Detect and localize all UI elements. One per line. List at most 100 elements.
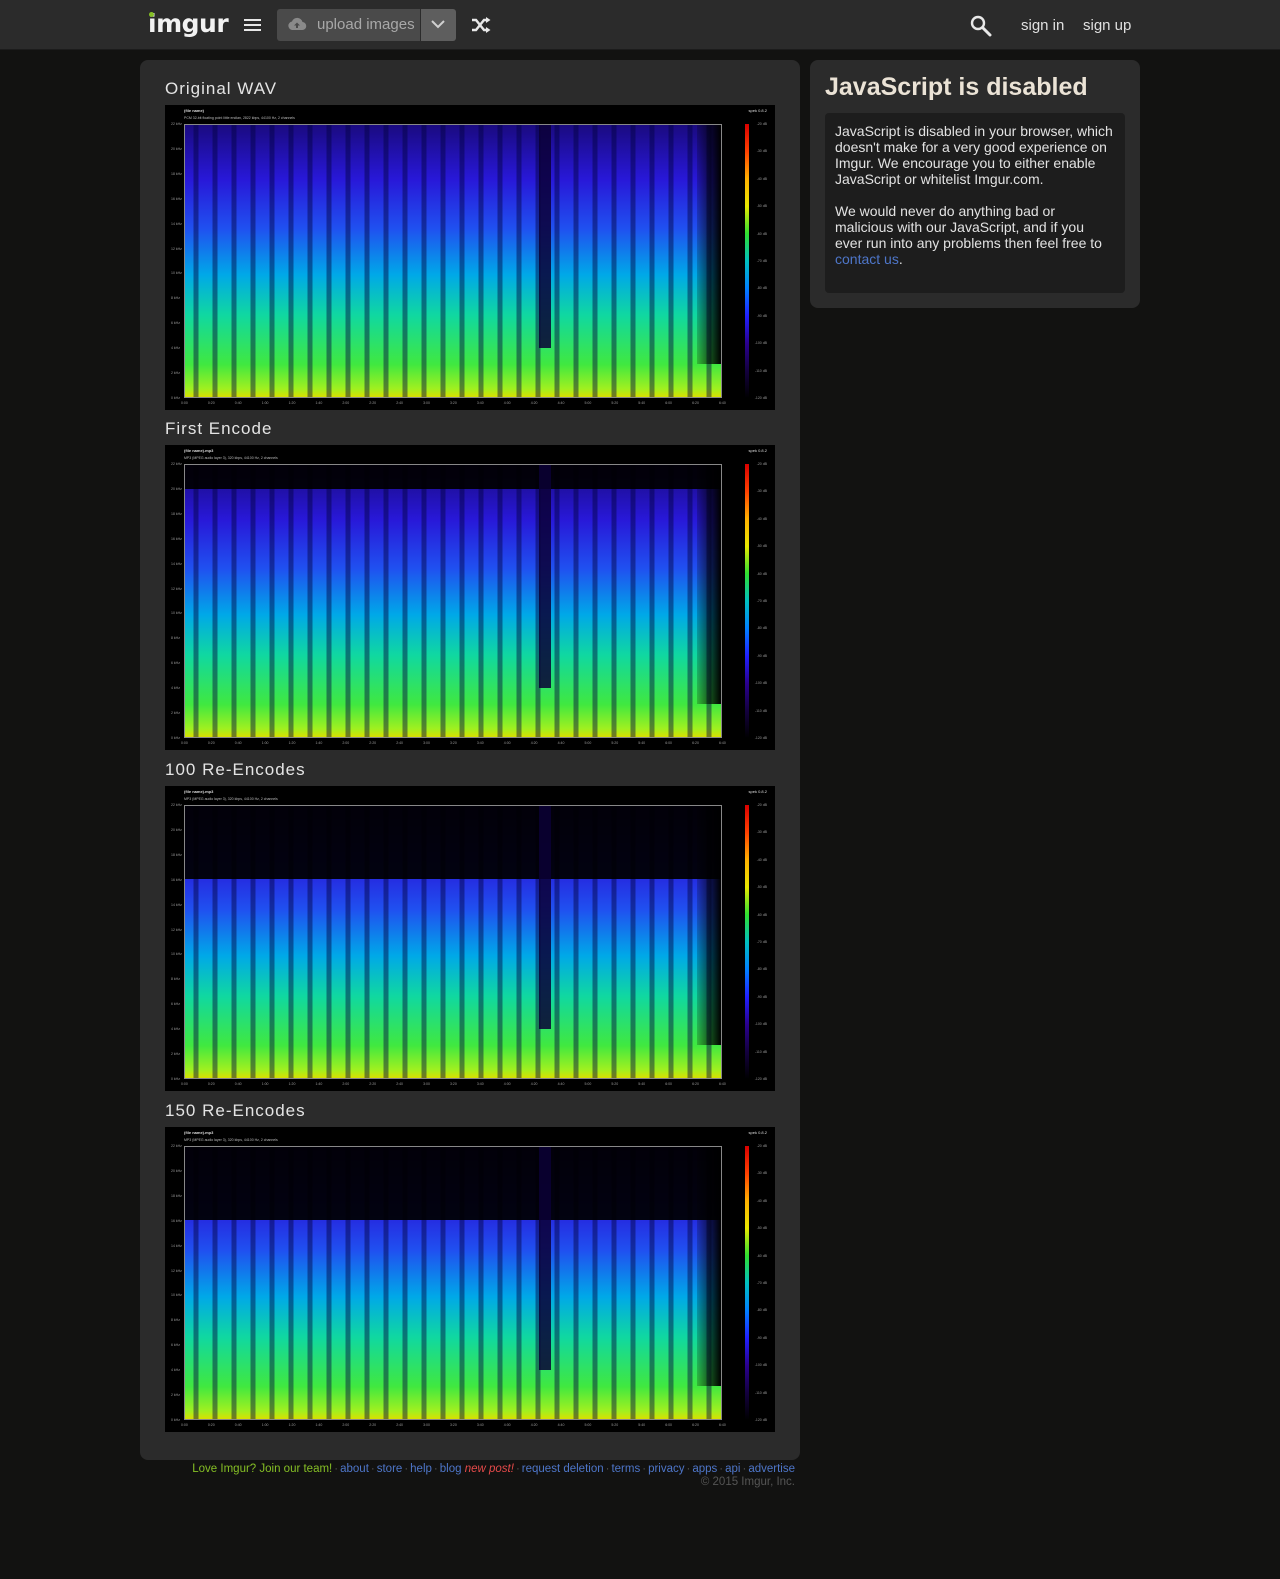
time-tick-label: 4:40 [557,1082,565,1086]
sign-in-link[interactable]: sign in [1021,17,1064,34]
sign-up-link[interactable]: sign up [1083,17,1131,34]
footer: Love Imgur? Join our team! · about · store · h… [140,1463,795,1488]
db-tick-label: -40 dB [756,176,767,181]
spectrogram-image[interactable]: (file name) PCM 32-bit floating point lit… [165,105,775,410]
frequency-tick-label: 14 kHz [171,561,182,566]
time-tick-label: 1:20 [288,741,296,745]
db-tick-label: -70 dB [756,1281,767,1285]
time-tick-label: 1:20 [288,1423,296,1427]
time-tick-label: 2:20 [369,741,377,745]
time-tick-label: 2:00 [342,401,350,405]
search-icon[interactable] [970,15,992,37]
spectrogram-image[interactable]: (file name).mp3 MP3 (MPEG audio layer 3),… [165,445,775,750]
join-team-link[interactable]: Love Imgur? Join our team! [192,1463,332,1475]
spectrogram-image[interactable]: (file name).mp3 MP3 (MPEG audio layer 3),… [165,1127,775,1432]
frequency-tick-label: 12 kHz [171,1268,182,1273]
contact-us-link[interactable]: contact us [835,251,899,267]
time-tick-label: 0:20 [207,741,215,745]
db-tick-label: -20 dB [756,803,767,807]
db-tick-label: -110 dB [755,1390,767,1395]
footer-link-about[interactable]: about [340,1463,369,1475]
db-tick-label: -120 dB [754,396,767,400]
spectrogram-file-info: PCM 32-bit floating point little endian,… [184,116,295,120]
frequency-tick-label: 10 kHz [171,952,182,957]
spectrogram-notch [538,125,551,349]
spectrogram-plot [184,464,722,738]
time-tick-label: 4:40 [557,1423,565,1427]
footer-link-advertise[interactable]: advertise [748,1463,795,1475]
frequency-tick-label: 18 kHz [171,852,182,857]
spectrogram-colorbar [745,805,749,1079]
spectrogram-plot [184,805,722,1079]
time-tick-label: 1:40 [315,741,323,745]
time-tick-label: 4:00 [503,401,511,405]
time-tick-label: 0:00 [181,741,188,745]
frequency-tick-label: 10 kHz [171,271,182,276]
time-tick-label: 1:40 [315,1082,323,1086]
footer-link-privacy[interactable]: privacy [648,1463,684,1475]
upload-label: upload images [317,16,415,33]
time-tick-label: 2:20 [369,401,377,405]
frequency-tick-label: 6 kHz [171,1343,180,1348]
time-tick-label: 5:00 [584,741,592,745]
spectrogram-notch [538,1147,551,1371]
db-tick-label: -50 dB [756,885,767,890]
footer-link-blog[interactable]: blog [440,1463,462,1475]
top-bar: imgur upload images sign in sign up [0,0,1280,50]
frequency-tick-label: 4 kHz [171,1368,180,1373]
footer-link-terms[interactable]: terms [611,1463,640,1475]
time-tick-label: 6:20 [692,1423,699,1427]
footer-link-request-deletion[interactable]: request deletion [522,1463,604,1475]
spectrogram-brand: spek 0.8.2 [748,448,767,453]
time-tick-label: 3:40 [476,1082,484,1086]
time-tick-label: 3:40 [476,741,484,745]
time-tick-label: 3:20 [450,741,457,745]
db-tick-label: -30 dB [756,149,767,154]
spectrogram-file-name: (file name).mp3 [184,448,214,453]
upload-dropdown-button[interactable] [421,9,456,41]
footer-link-help[interactable]: help [410,1463,432,1475]
time-tick-label: 2:40 [396,741,403,745]
logo-dot [149,12,154,17]
db-tick-label: -30 dB [756,830,767,835]
time-tick-label: 2:40 [396,401,403,405]
frequency-tick-label: 0 kHz [171,1418,180,1422]
footer-link-api[interactable]: api [725,1463,740,1475]
db-tick-label: -80 dB [756,626,767,631]
menu-icon[interactable] [244,19,261,32]
frequency-tick-label: 10 kHz [171,1293,182,1298]
frequency-tick-label: 2 kHz [171,1052,180,1057]
footer-link-store[interactable]: store [377,1463,403,1475]
frequency-tick-label: 14 kHz [171,221,182,226]
upload-images-button[interactable]: upload images [277,9,420,41]
db-tick-label: -50 dB [756,204,767,209]
image-title: Original WAV [165,79,278,98]
new-post-badge[interactable]: new post! [465,1463,514,1475]
time-axis: 0:00 0:20 0:40 1:00 1:20 1:40 2:00 2:20 2:40 3:00… [181,1423,744,1429]
spectrogram-lowpass-cutoff [185,465,721,490]
time-axis: 0:00 0:20 0:40 1:00 1:20 1:40 2:00 2:20 2:40 3:00… [181,741,744,747]
time-tick-label: 4:20 [530,401,538,405]
frequency-tick-label: 6 kHz [171,321,180,326]
time-tick-label: 0:40 [234,1423,242,1427]
imgur-logo[interactable]: imgur [148,9,229,38]
spectrogram-lowpass-cutoff [185,1147,721,1221]
time-tick-label: 4:20 [530,1423,538,1427]
time-axis: 0:00 0:20 0:40 1:00 1:20 1:40 2:00 2:20 2:40 3:00… [181,1082,744,1088]
spectrogram-plot [184,124,722,398]
frequency-tick-label: 8 kHz [171,1318,180,1323]
db-tick-label: -70 dB [756,259,767,263]
spectrogram-image[interactable]: (file name).mp3 MP3 (MPEG audio layer 3),… [165,786,775,1091]
shuffle-icon[interactable] [471,17,491,33]
time-tick-label: 3:00 [423,1423,430,1427]
db-tick-label: -120 dB [754,736,767,740]
time-tick-label: 0:40 [234,1082,242,1086]
frequency-tick-label: 18 kHz [171,511,182,516]
time-tick-label: 0:40 [234,741,242,745]
frequency-tick-label: 8 kHz [171,977,180,982]
frequency-tick-label: 12 kHz [171,927,182,932]
frequency-tick-label: 16 kHz [171,536,182,541]
js-disabled-message: JavaScript is disabled in your browser, … [825,113,1125,293]
footer-link-apps[interactable]: apps [692,1463,717,1475]
spectrogram-transients [185,465,721,737]
